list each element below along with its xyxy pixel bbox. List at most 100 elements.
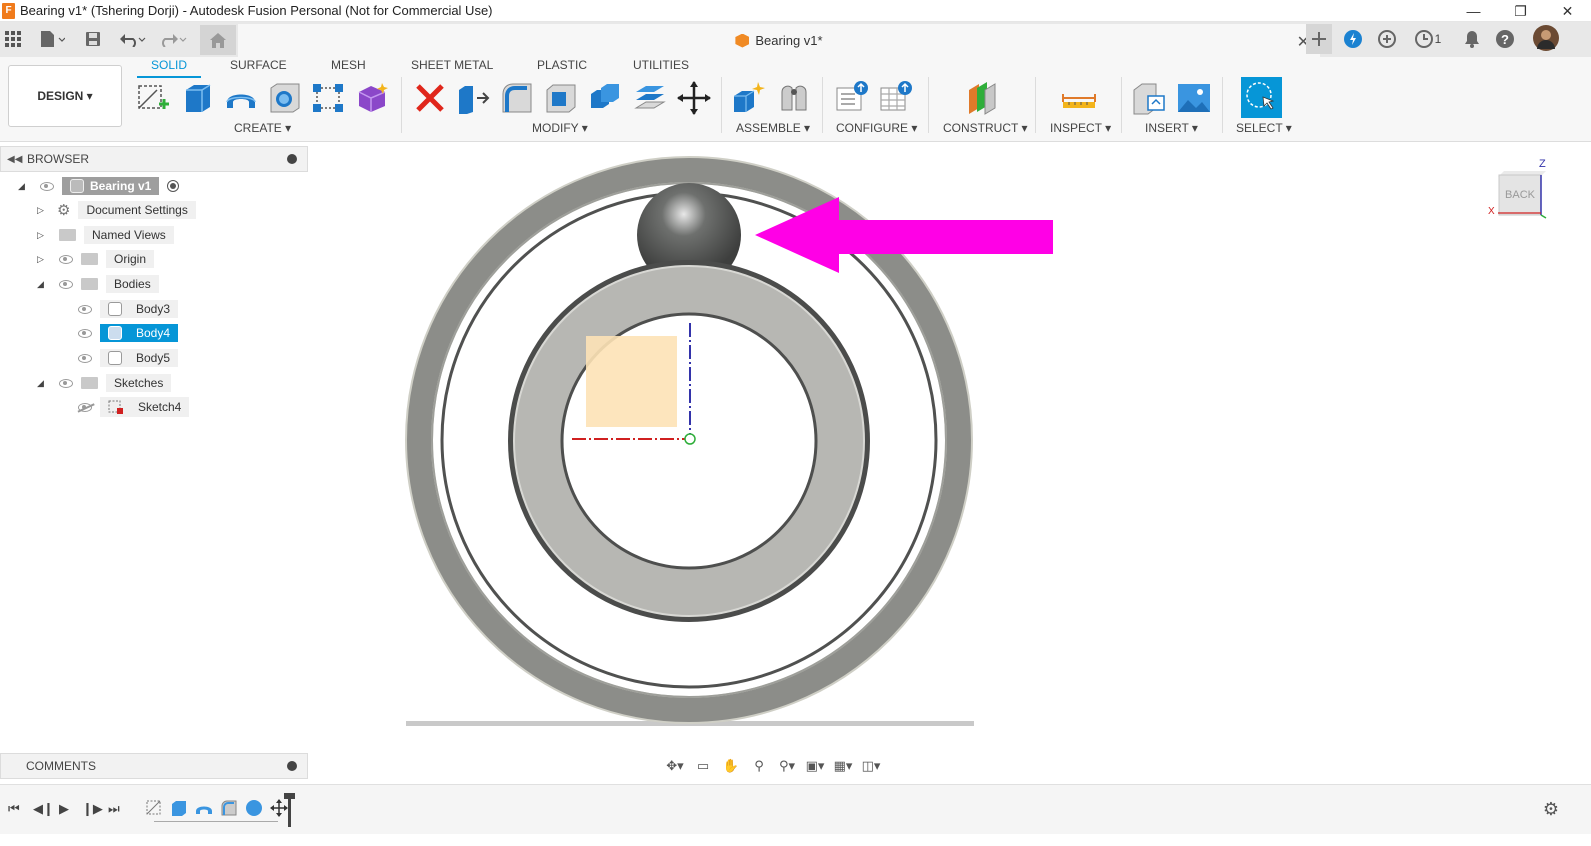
configure-group-label[interactable]: CONFIGURE ▾: [836, 121, 917, 135]
expand-arrow-icon[interactable]: ▷: [37, 230, 44, 241]
save-icon[interactable]: [84, 28, 102, 50]
bell-icon[interactable]: [1462, 28, 1482, 50]
job-status-icon[interactable]: [1377, 28, 1397, 50]
pattern-icon[interactable]: [310, 80, 346, 116]
collapse-panel-icon[interactable]: ◀◀: [7, 154, 22, 165]
offset-plane-icon[interactable]: [965, 80, 1001, 116]
configuration-table-icon[interactable]: [879, 80, 915, 116]
minimize-button[interactable]: —: [1450, 0, 1497, 22]
insert-group-label[interactable]: INSERT ▾: [1145, 121, 1198, 135]
timeline-fillet-icon[interactable]: [220, 799, 238, 817]
play-icon[interactable]: ▶: [59, 801, 69, 817]
step-forward-icon[interactable]: ❙▶: [82, 801, 103, 817]
minimize-panel-icon[interactable]: [287, 154, 297, 164]
redo-icon[interactable]: [158, 28, 188, 50]
tab-plastic[interactable]: PLASTIC: [537, 58, 587, 72]
collapse-arrow-icon[interactable]: ◢: [18, 181, 25, 192]
modify-group-label[interactable]: MODIFY ▾: [532, 121, 588, 135]
tree-item-body4[interactable]: Body4: [78, 323, 179, 343]
timeline-marker[interactable]: [288, 795, 291, 827]
joint-icon[interactable]: [776, 80, 812, 116]
sketch-profile[interactable]: [586, 336, 677, 427]
select-group-label[interactable]: SELECT ▾: [1236, 121, 1292, 135]
tab-surface[interactable]: SURFACE: [230, 58, 287, 72]
viewports-icon[interactable]: ◫▾: [860, 757, 882, 775]
create-sketch-icon[interactable]: [135, 80, 171, 116]
create-group-label[interactable]: CREATE ▾: [234, 121, 291, 135]
notifications-clock[interactable]: 1: [1411, 28, 1445, 50]
tab-utilities[interactable]: UTILITIES: [633, 58, 689, 72]
collapse-arrow-icon[interactable]: ◢: [37, 279, 44, 290]
tree-item-bodies[interactable]: Bodies: [59, 274, 159, 294]
select-tool-button[interactable]: [1241, 77, 1282, 118]
tree-root[interactable]: Bearing v1: [40, 176, 180, 196]
tree-item-document-settings[interactable]: ⚙ Document Settings: [57, 200, 196, 220]
comments-panel-header[interactable]: COMMENTS: [0, 753, 308, 779]
zoom-icon[interactable]: ⚲: [748, 757, 770, 775]
home-button[interactable]: [200, 25, 236, 55]
create-form-icon[interactable]: [355, 80, 391, 116]
move-copy-icon[interactable]: [676, 80, 712, 116]
visibility-eye-icon[interactable]: [59, 254, 73, 264]
activate-radio-icon[interactable]: [167, 180, 180, 192]
step-back-icon[interactable]: ◀❙: [33, 801, 54, 817]
insert-derive-icon[interactable]: [1132, 80, 1168, 116]
look-at-icon[interactable]: ▭: [692, 757, 714, 775]
3d-viewport[interactable]: BACK Z X: [308, 143, 1591, 783]
timeline-extrude-icon[interactable]: [170, 799, 188, 817]
tree-item-body3[interactable]: Body3: [78, 299, 179, 319]
display-settings-icon[interactable]: ▣▾: [804, 757, 826, 775]
timeline-settings-gear-icon[interactable]: ⚙: [1543, 799, 1559, 820]
user-avatar[interactable]: [1533, 25, 1559, 51]
tab-sheet-metal[interactable]: SHEET METAL: [411, 58, 493, 72]
close-window-button[interactable]: ✕: [1544, 0, 1591, 22]
press-pull-icon[interactable]: [455, 80, 491, 116]
add-comment-icon[interactable]: [287, 761, 297, 771]
visibility-eye-icon[interactable]: [78, 304, 92, 314]
document-tab[interactable]: Bearing v1* ✕: [238, 24, 1320, 57]
grid-settings-icon[interactable]: ▦▾: [832, 757, 854, 775]
fit-zoom-icon[interactable]: ⚲▾: [776, 757, 798, 775]
inspect-group-label[interactable]: INSPECT ▾: [1050, 121, 1111, 135]
go-to-end-icon[interactable]: ⏭: [108, 801, 120, 817]
hole-icon[interactable]: [267, 80, 303, 116]
tree-item-body5[interactable]: Body5: [78, 348, 179, 368]
restore-button[interactable]: ❐: [1497, 0, 1544, 22]
timeline-sketch-icon[interactable]: [145, 799, 163, 817]
configure-icon[interactable]: [835, 80, 871, 116]
undo-icon[interactable]: [118, 28, 148, 50]
expand-arrow-icon[interactable]: ▷: [37, 254, 44, 265]
apps-grid-icon[interactable]: [4, 28, 22, 50]
tree-item-sketches[interactable]: Sketches: [59, 373, 172, 393]
browser-panel-header[interactable]: ◀◀ BROWSER: [0, 146, 308, 172]
revolve-icon[interactable]: [223, 80, 259, 116]
pan-icon[interactable]: ✋: [720, 757, 742, 775]
visibility-eye-icon[interactable]: [59, 378, 73, 388]
combine-icon[interactable]: [587, 80, 623, 116]
tab-mesh[interactable]: MESH: [331, 58, 366, 72]
hidden-eye-icon[interactable]: [78, 402, 92, 412]
measure-icon[interactable]: [1061, 80, 1097, 116]
fillet-icon[interactable]: [499, 80, 535, 116]
timeline-sphere-icon[interactable]: [245, 799, 263, 817]
origin-point[interactable]: [684, 433, 696, 445]
extrude-icon[interactable]: [180, 80, 216, 116]
timeline-revolve-icon[interactable]: [195, 799, 213, 817]
new-component-icon[interactable]: [731, 80, 767, 116]
help-icon[interactable]: ?: [1495, 28, 1515, 50]
tree-item-origin[interactable]: Origin: [59, 249, 155, 269]
collapse-arrow-icon[interactable]: ◢: [37, 378, 44, 389]
go-to-start-icon[interactable]: ⏮: [8, 801, 20, 817]
tree-item-sketch4[interactable]: Sketch4: [78, 397, 190, 417]
visibility-eye-icon[interactable]: [78, 328, 92, 338]
file-menu-icon[interactable]: [37, 28, 67, 50]
delete-icon[interactable]: [412, 80, 448, 116]
tab-solid[interactable]: SOLID: [136, 58, 202, 78]
construct-group-label[interactable]: CONSTRUCT ▾: [943, 121, 1027, 135]
assemble-group-label[interactable]: ASSEMBLE ▾: [736, 121, 810, 135]
timeline-move-icon[interactable]: [270, 799, 288, 817]
new-tab-icon[interactable]: [1306, 24, 1332, 54]
expand-arrow-icon[interactable]: ▷: [37, 205, 44, 216]
workspace-switcher[interactable]: DESIGN ▾: [8, 65, 122, 127]
view-cube[interactable]: BACK Z X: [1488, 158, 1547, 219]
